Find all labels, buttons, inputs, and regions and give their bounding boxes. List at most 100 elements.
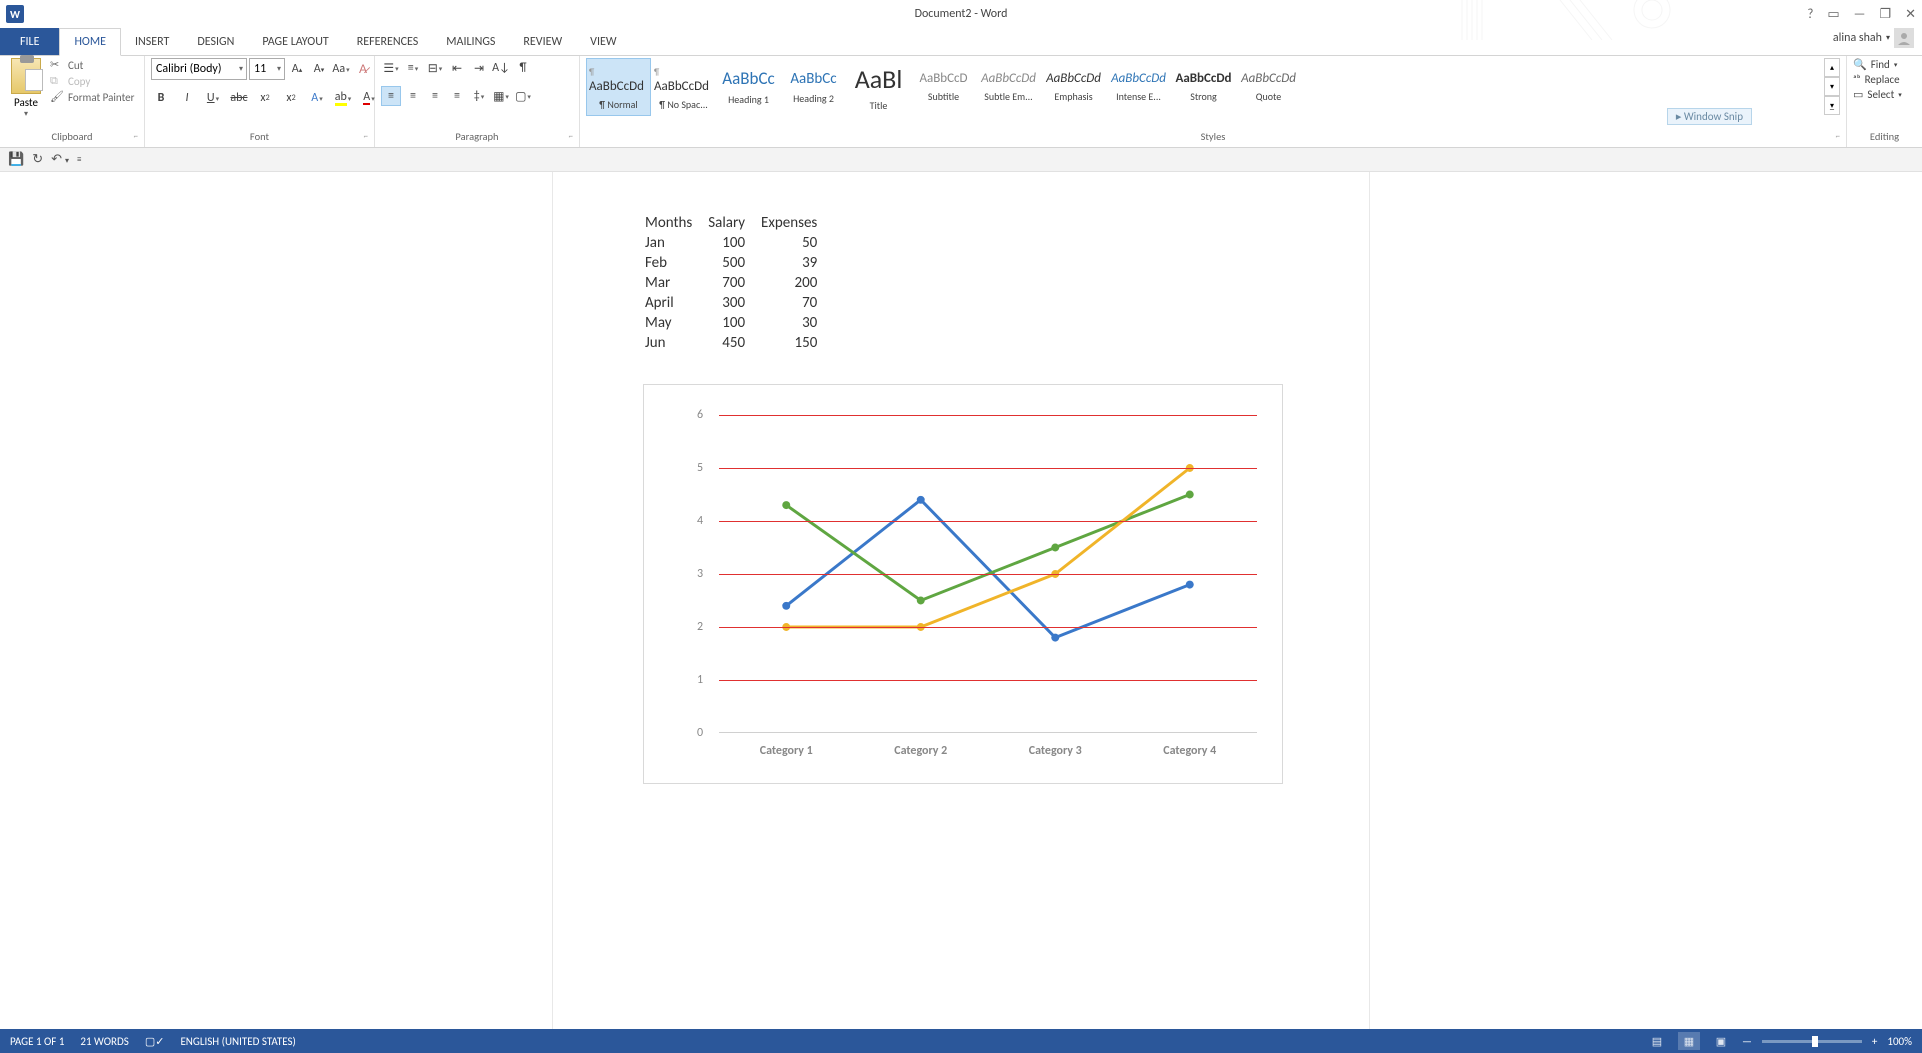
underline-button[interactable]: U [203, 88, 223, 108]
style--no-spac-[interactable]: AaBbCcDd¶ No Spac... [651, 58, 716, 116]
sort-button[interactable]: A↓ [491, 58, 511, 78]
zoom-out-button[interactable]: — [1742, 1035, 1752, 1048]
avatar-icon [1894, 28, 1914, 48]
increase-indent-button[interactable]: ⇥ [469, 58, 489, 78]
justify-button[interactable]: ≡ [447, 86, 467, 106]
close-icon[interactable]: ✕ [1905, 7, 1916, 22]
line-spacing-button[interactable]: ‡ [469, 86, 489, 106]
group-editing: 🔍Find ▾ ᵃᵇReplace ▭Select ▾ Editing [1847, 56, 1922, 147]
undo-button[interactable]: ↶ ▾ [51, 152, 69, 167]
read-mode-button[interactable]: ▤ [1646, 1032, 1668, 1050]
show-marks-button[interactable]: ¶ [513, 58, 533, 78]
style-title[interactable]: AaBlTitle [846, 58, 911, 116]
highlight-button[interactable]: ab [333, 88, 353, 108]
help-icon[interactable]: ? [1807, 7, 1813, 22]
style-quote[interactable]: AaBbCcDdQuote [1236, 58, 1301, 116]
strikethrough-button[interactable]: abc [229, 88, 249, 108]
scissors-icon: ✂ [50, 58, 64, 72]
document-area[interactable]: MonthsSalaryExpenses Jan10050Feb50039Mar… [0, 172, 1922, 1029]
zoom-slider[interactable] [1762, 1040, 1862, 1043]
zoom-in-button[interactable]: + [1872, 1035, 1877, 1048]
style-strong[interactable]: AaBbCcDdStrong [1171, 58, 1236, 116]
repeat-button[interactable]: ↻ [32, 152, 43, 167]
word-app-icon: W [6, 5, 24, 23]
tab-mailings[interactable]: MAILINGS [432, 28, 509, 55]
proofing-icon[interactable]: ▢✓ [145, 1035, 165, 1048]
style-subtle-em-[interactable]: AaBbCcDdSubtle Em... [976, 58, 1041, 116]
superscript-button[interactable]: x2 [281, 88, 301, 108]
clipboard-launcher-icon[interactable]: ⌐ [134, 131, 138, 142]
qat-customize-icon[interactable]: ≡ [77, 154, 81, 165]
group-styles: AaBbCcDd¶ NormalAaBbCcDd¶ No Spac...AaBb… [580, 56, 1847, 147]
styles-gallery[interactable]: AaBbCcDd¶ NormalAaBbCcDd¶ No Spac...AaBb… [586, 58, 1820, 116]
print-layout-button[interactable]: ▦ [1678, 1032, 1700, 1050]
group-clipboard: Paste ▾ ✂Cut ⧉Copy 🖌Format Painter Clipb… [0, 56, 145, 147]
copy-button[interactable]: ⧉Copy [50, 74, 134, 88]
tab-file[interactable]: FILE [0, 28, 59, 55]
font-size-combo[interactable]: 11 [249, 58, 285, 80]
align-center-button[interactable]: ≡ [403, 86, 423, 106]
ribbon-display-icon[interactable]: ▭ [1827, 7, 1839, 22]
zoom-level[interactable]: 100% [1887, 1035, 1912, 1048]
user-name: alina shah [1833, 31, 1882, 45]
status-bar: PAGE 1 OF 1 21 WORDS ▢✓ ENGLISH (UNITED … [0, 1029, 1922, 1053]
align-right-button[interactable]: ≡ [425, 86, 445, 106]
grow-font-button[interactable]: A▴ [287, 59, 307, 79]
cut-button[interactable]: ✂Cut [50, 58, 134, 72]
text-effects-button[interactable]: A [307, 88, 327, 108]
clear-formatting-button[interactable]: A̷ [353, 59, 373, 79]
paste-button[interactable]: Paste ▾ [6, 58, 46, 119]
language-indicator[interactable]: ENGLISH (UNITED STATES) [180, 1035, 295, 1048]
bullets-button[interactable]: ☰ [381, 58, 401, 78]
format-painter-button[interactable]: 🖌Format Painter [50, 90, 134, 104]
style-intense-e-[interactable]: AaBbCcDdIntense E... [1106, 58, 1171, 116]
replace-button[interactable]: ᵃᵇReplace [1853, 73, 1902, 86]
tab-references[interactable]: REFERENCES [343, 28, 433, 55]
chart[interactable]: 0123456Category 1Category 2Category 3Cat… [643, 384, 1283, 784]
group-paragraph: ☰ ≡ ⊟ ⇤ ⇥ A↓ ¶ ≡ ≡ ≡ ≡ ‡ ▦ ▢ Paragraph⌐ [375, 56, 580, 147]
italic-button[interactable]: I [177, 88, 197, 108]
numbering-button[interactable]: ≡ [403, 58, 423, 78]
minimize-icon[interactable]: — [1854, 7, 1866, 22]
restore-icon[interactable]: ❐ [1879, 7, 1891, 22]
title-bar: W Document2 - Word ? ▭ — ❐ ✕ [0, 0, 1922, 28]
styles-up-icon[interactable]: ▴ [1824, 58, 1840, 77]
styles-more-icon[interactable]: ▾̲ [1824, 96, 1840, 115]
change-case-button[interactable]: Aa [331, 59, 351, 79]
multilevel-button[interactable]: ⊟ [425, 58, 445, 78]
tab-design[interactable]: DESIGN [183, 28, 248, 55]
find-button[interactable]: 🔍Find ▾ [1853, 58, 1902, 71]
font-name-combo[interactable]: Calibri (Body) [151, 58, 247, 80]
web-layout-button[interactable]: ▣ [1710, 1032, 1732, 1050]
page[interactable]: MonthsSalaryExpenses Jan10050Feb50039Mar… [553, 172, 1369, 1029]
select-icon: ▭ [1853, 88, 1863, 101]
styles-launcher-icon[interactable]: ⌐ [1836, 131, 1840, 142]
style-subtitle[interactable]: AaBbCcDSubtitle [911, 58, 976, 116]
style--normal[interactable]: AaBbCcDd¶ Normal [586, 58, 651, 116]
save-button[interactable]: 💾 [8, 152, 24, 167]
bold-button[interactable]: B [151, 88, 171, 108]
decrease-indent-button[interactable]: ⇤ [447, 58, 467, 78]
account-menu[interactable]: alina shah ▾ [1833, 28, 1914, 48]
page-indicator[interactable]: PAGE 1 OF 1 [10, 1035, 64, 1048]
tab-insert[interactable]: INSERT [121, 28, 183, 55]
word-count[interactable]: 21 WORDS [80, 1035, 128, 1048]
style-heading-2[interactable]: AaBbCcHeading 2 [781, 58, 846, 116]
tab-view[interactable]: VIEW [576, 28, 630, 55]
subscript-button[interactable]: x2 [255, 88, 275, 108]
tab-page-layout[interactable]: PAGE LAYOUT [248, 28, 342, 55]
replace-icon: ᵃᵇ [1853, 73, 1861, 86]
style-heading-1[interactable]: AaBbCcHeading 1 [716, 58, 781, 116]
select-button[interactable]: ▭Select ▾ [1853, 88, 1902, 101]
tab-home[interactable]: HOME [59, 28, 121, 56]
font-launcher-icon[interactable]: ⌐ [364, 131, 368, 142]
tab-review[interactable]: REVIEW [509, 28, 576, 55]
align-left-button[interactable]: ≡ [381, 86, 401, 106]
borders-button[interactable]: ▢ [513, 86, 533, 106]
find-icon: 🔍 [1853, 58, 1867, 71]
paragraph-launcher-icon[interactable]: ⌐ [569, 131, 573, 142]
style-emphasis[interactable]: AaBbCcDdEmphasis [1041, 58, 1106, 116]
shrink-font-button[interactable]: A▾ [309, 59, 329, 79]
styles-down-icon[interactable]: ▾ [1824, 77, 1840, 96]
shading-button[interactable]: ▦ [491, 86, 511, 106]
